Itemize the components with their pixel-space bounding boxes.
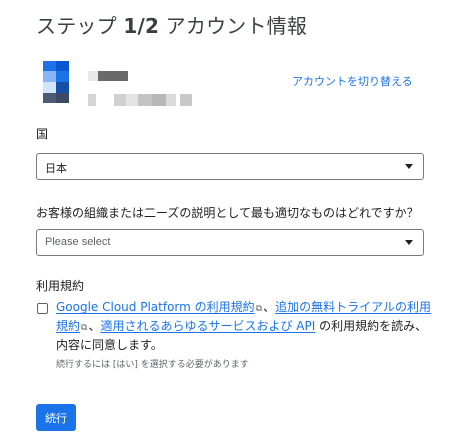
terms-separator: 、 [263, 300, 276, 314]
gcp-terms-link[interactable]: Google Cloud Platform の利用規約 [56, 300, 255, 314]
terms-heading: 利用規約 [36, 279, 85, 293]
services-terms-link[interactable]: 適用されるあらゆるサービスおよび API [100, 319, 315, 333]
switch-account-link[interactable]: アカウントを切り替える [292, 73, 413, 89]
external-link-icon: ⧉ [81, 323, 88, 333]
account-name-redacted [88, 66, 128, 81]
step-number: 1/2 [123, 14, 160, 38]
page-title: ステップ 1/2 アカウント情報 [36, 10, 307, 39]
terms-separator: 、 [88, 319, 101, 333]
terms-text: Google Cloud Platform の利用規約⧉、追加の無料トライアルの… [56, 299, 434, 354]
continue-button[interactable]: 続行 [36, 404, 76, 431]
needs-question-label: お客様の組織または二ーズの説明として最も適切なものはどれですか？ [36, 206, 419, 220]
terms-required-hint: 続行するには [はい] を選択する必要があります [56, 360, 249, 370]
country-select-value: 日本 [45, 163, 67, 175]
account-avatar-icon [43, 61, 69, 103]
step-title: アカウント情報 [159, 14, 308, 38]
country-select[interactable]: 日本 [36, 153, 424, 180]
signup-page: ステップ 1/2 アカウント情報 アカウントを切り替える 国 日本 お客様の組織… [0, 0, 468, 448]
needs-select-placeholder: Please select [45, 236, 111, 248]
chevron-down-icon [405, 240, 413, 245]
external-link-icon: ⧉ [255, 304, 263, 314]
account-email-redacted [88, 91, 196, 106]
country-label: 国 [36, 127, 49, 141]
step-prefix: ステップ [36, 14, 124, 38]
chevron-down-icon [405, 164, 413, 169]
needs-select[interactable]: Please select [36, 229, 424, 256]
terms-checkbox[interactable] [37, 303, 48, 314]
